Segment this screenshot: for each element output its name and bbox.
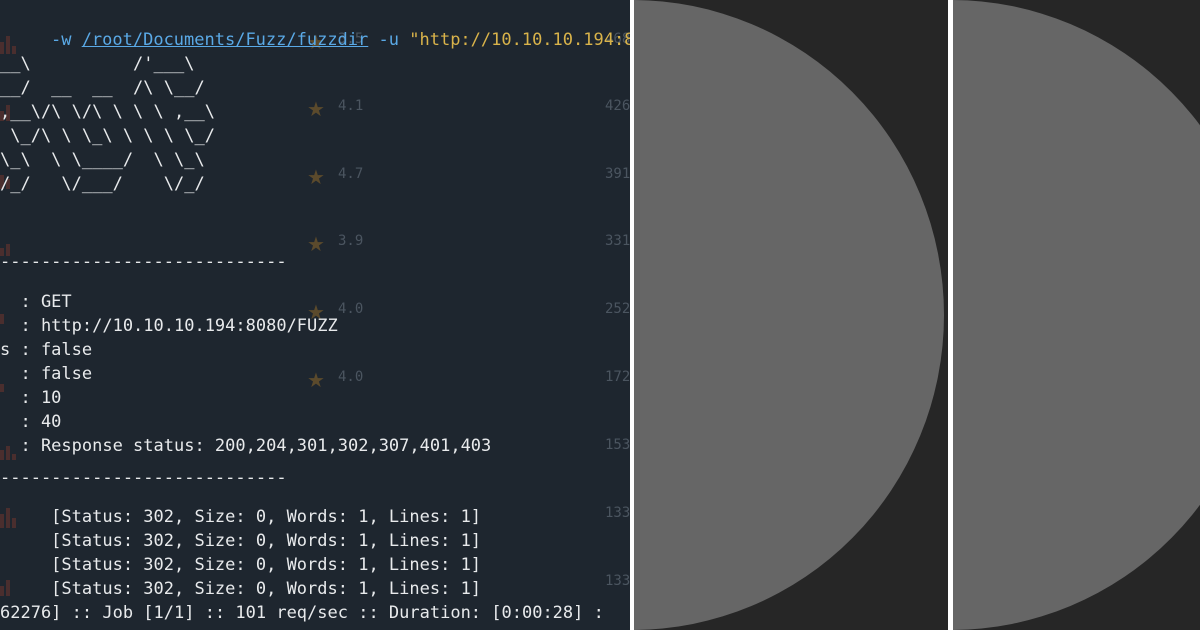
rating-count: 172 <box>605 369 630 385</box>
banner-line: \_/\ \ \_\ \ \ \ \_/ <box>0 126 215 146</box>
half-circle-shape <box>953 0 1200 630</box>
star-icon: ★ <box>307 165 325 189</box>
command-line[interactable]: -w /root/Documents/Fuzz/fuzzdir -u "http… <box>10 4 630 50</box>
banner-line: \_\ \ \____/ \ \_\ <box>0 150 205 170</box>
star-icon: ★ <box>307 368 325 392</box>
config-url: : http://10.10.10.194:8080/FUZZ <box>0 316 338 336</box>
rating-count: 252 <box>605 301 630 317</box>
rating-count: 133 <box>605 505 630 521</box>
rating-value: 4.0 <box>338 301 364 317</box>
rating-count: 153 <box>605 437 630 453</box>
rating-value: 4.0 <box>338 369 364 385</box>
divider-line: ---------------------------- <box>0 252 287 272</box>
rating-value: 3.9 <box>338 233 364 249</box>
config-calibration: : false <box>0 364 93 384</box>
decorative-panel-1 <box>634 0 948 630</box>
rating-count: 133 <box>605 573 630 589</box>
half-circle-shape <box>634 0 944 630</box>
banner-line: __\ /'___\ <box>0 54 195 74</box>
banner-line: __/ __ __ /\ \__/ <box>0 78 205 98</box>
wordlist-path-link[interactable]: /root/Documents/Fuzz/fuzzdir <box>82 30 369 50</box>
result-row: [Status: 302, Size: 0, Words: 1, Lines: … <box>0 507 482 527</box>
banner-line: /_/ \/___/ \/_/ <box>0 174 205 194</box>
result-row: [Status: 302, Size: 0, Words: 1, Lines: … <box>0 555 482 575</box>
decorative-panel-2 <box>953 0 1200 630</box>
star-icon: ★ <box>307 97 325 121</box>
target-url: "http://10.10.10.194:808 <box>409 30 630 50</box>
config-threads: : 40 <box>0 412 62 432</box>
config-method: : GET <box>0 292 72 312</box>
wordlist-flag: -w <box>50 30 72 50</box>
divider-line: ---------------------------- <box>0 468 287 488</box>
rating-count: 426 <box>605 98 630 114</box>
rating-value: 4.7 <box>338 166 364 182</box>
result-row: [Status: 302, Size: 0, Words: 1, Lines: … <box>0 531 482 551</box>
rating-count: 391 <box>605 166 630 182</box>
result-row: [Status: 302, Size: 0, Words: 1, Lines: … <box>0 579 482 599</box>
config-follow-redirects: s : false <box>0 340 93 360</box>
rating-value: 4.1 <box>338 98 364 114</box>
progress-status: 62276] :: Job [1/1] :: 101 req/sec :: Du… <box>0 603 604 623</box>
config-matcher: : Response status: 200,204,301,302,307,4… <box>0 436 492 456</box>
star-icon: ★ <box>307 232 325 256</box>
banner-line: ,__\/\ \/\ \ \ \ ,__\ <box>0 102 215 122</box>
terminal-window[interactable]: ★ 3.5 468 ★ 4.1 426 ★ 4.7 391 ★ 3.9 331 … <box>0 0 630 630</box>
rating-count: 331 <box>605 233 630 249</box>
url-flag: -u <box>378 30 399 50</box>
ratings-row: ★ 4.0 172 <box>0 366 630 396</box>
config-timeout: : 10 <box>0 388 62 408</box>
